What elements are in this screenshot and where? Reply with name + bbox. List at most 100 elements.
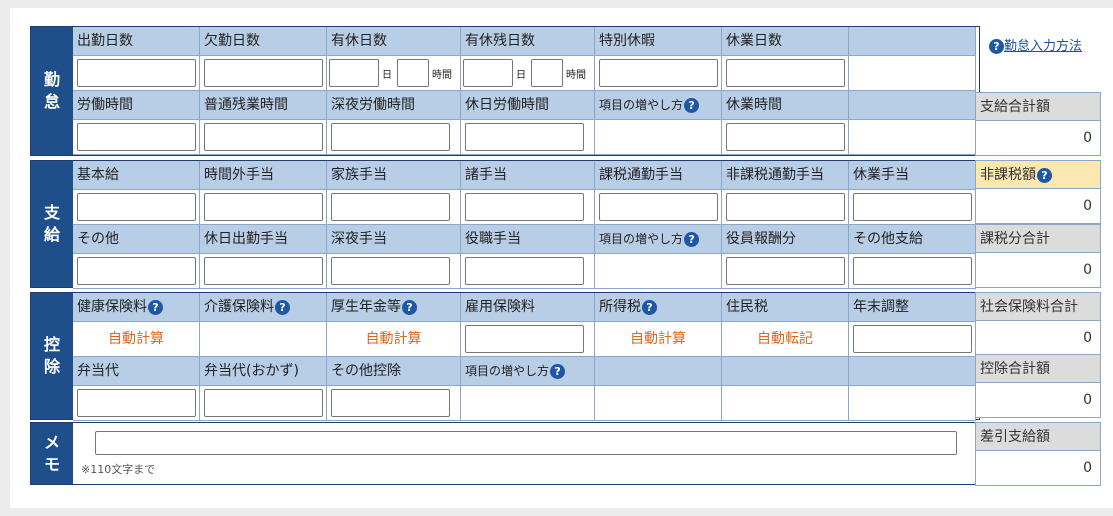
koujo-row2-header-3: 項目の増やし方?	[461, 357, 595, 386]
kintai-row2-label-4: 項目の増やし方	[599, 98, 684, 112]
kintai-day-input-3[interactable]	[463, 59, 513, 87]
kintai-row1-label-4: 特別休暇	[599, 33, 655, 49]
kintai-row1-input-5[interactable]	[726, 59, 845, 87]
unit-hour-label: 時間	[566, 70, 586, 81]
shikyu-row1-input-4[interactable]	[599, 193, 718, 221]
koujo-row2-input-2[interactable]	[331, 389, 450, 417]
kintai-row2-value-cell-4	[595, 120, 722, 155]
koujo-row1-input-6[interactable]	[853, 325, 972, 353]
koujo-row2-header-4	[595, 357, 722, 386]
kintai-row1-value-cell-6	[849, 56, 976, 91]
shikyu-row2-value-cell-4	[595, 254, 722, 289]
shikyu-row2-input-0[interactable]	[77, 257, 196, 285]
help-icon[interactable]: ?	[684, 232, 700, 247]
shikyu-row2-input-6[interactable]	[853, 257, 972, 285]
kintai-row2-value-cell-2	[327, 120, 461, 155]
help-icon[interactable]: ?	[550, 364, 566, 379]
koujo-row2-input-0[interactable]	[77, 389, 196, 417]
kintai-row2-input-0[interactable]	[77, 123, 196, 151]
shikyu-row2-input-5[interactable]	[726, 257, 845, 285]
shikyu-row1-header-6: 休業手当	[849, 161, 976, 190]
kintai-row1-input-0[interactable]	[77, 59, 196, 87]
shikyu-row1-header-2: 家族手当	[327, 161, 461, 190]
payment-total-value: 0	[1083, 130, 1092, 146]
shikyu-row1-label-1: 時間外手当	[204, 167, 274, 183]
kintai-hour-input-2[interactable]	[397, 59, 429, 87]
memo-grid: ※110文字まで	[73, 423, 979, 484]
shikyu-row1-input-1[interactable]	[204, 193, 323, 221]
kintai-hour-input-3[interactable]	[531, 59, 563, 87]
shikyu-row2-value-cell-1	[200, 254, 327, 289]
help-icon[interactable]: ?	[684, 98, 700, 113]
kintai-row2-input-2[interactable]	[331, 123, 450, 151]
shikyu-row1-input-6[interactable]	[853, 193, 972, 221]
attendance-help-link[interactable]: ? 勤怠入力方法	[988, 35, 1082, 54]
shikyu-row2-label-0: その他	[77, 231, 119, 247]
auto-calc-text: 自動計算	[630, 331, 686, 347]
koujo-row2-value-cell-6	[849, 386, 976, 421]
nontaxable-value: 0	[1083, 198, 1092, 214]
koujo-row1-value-cell-2: 自動計算	[327, 322, 461, 357]
koujo-row2-header-0: 弁当代	[73, 357, 200, 386]
koujo-row1-label-0: 健康保険料	[77, 299, 147, 315]
koujo-row1-label-1: 介護保険料	[204, 299, 274, 315]
taxable-total-label: 課税分合計	[976, 225, 1100, 253]
help-icon[interactable]: ?	[275, 299, 290, 315]
kintai-day-input-2[interactable]	[329, 59, 379, 87]
koujo-row2-input-1[interactable]	[204, 389, 323, 417]
shikyu-row1-input-0[interactable]	[77, 193, 196, 221]
kintai-row2-value-cell-6	[849, 120, 976, 155]
koujo-row1-header-1: 介護保険料?	[200, 293, 327, 322]
koujo-row1-input-3[interactable]	[465, 325, 584, 353]
shikyu-row2-label-6: その他支給	[853, 231, 923, 247]
nontaxable-label[interactable]: 非課税額?	[976, 161, 1100, 189]
shikyu-row2-input-2[interactable]	[331, 257, 450, 285]
attendance-section: 勤怠 出勤日数 欠勤日数 有休日数日 時間 有休残日数日 時間 特別休暇 休業日数 労働時間 普通…	[30, 26, 980, 156]
shikyu-row1-value-cell-5	[722, 190, 849, 225]
help-icon[interactable]: ?	[642, 299, 657, 315]
taxable-total-value: 0	[1083, 262, 1092, 278]
shikyu-row2-header-2: 深夜手当	[327, 225, 461, 254]
koujo-row2-header-2: その他控除	[327, 357, 461, 386]
kintai-row1-value-cell-4	[595, 56, 722, 91]
help-icon[interactable]: ?	[148, 299, 163, 315]
shikyu-row2-header-1: 休日出勤手当	[200, 225, 327, 254]
auto-calc-text: 自動計算	[365, 331, 422, 347]
help-icon[interactable]: ?	[1037, 167, 1052, 183]
help-icon[interactable]: ?	[402, 299, 417, 315]
kintai-row1-value-cell-1	[200, 56, 327, 91]
shikyu-row1-input-2[interactable]	[331, 193, 450, 221]
shikyu-row1-input-5[interactable]	[726, 193, 845, 221]
kintai-row2-input-5[interactable]	[726, 123, 845, 151]
shikyu-row1-value-cell-2	[327, 190, 461, 225]
kintai-row1-input-1[interactable]	[204, 59, 323, 87]
koujo-row1-label-2: 厚生年金等	[331, 299, 401, 315]
shikyu-row2-label-3: 役職手当	[465, 231, 521, 247]
kintai-row1-input-4[interactable]	[599, 59, 718, 87]
koujo-row1-value-cell-4: 自動計算	[595, 322, 722, 357]
shikyu-row1-input-3[interactable]	[465, 193, 584, 221]
kintai-row1-label-1: 欠勤日数	[204, 33, 260, 49]
shikyu-row1-label-5: 非課税通勤手当	[726, 167, 824, 183]
shikyu-row2-label-1: 休日出勤手当	[204, 231, 288, 247]
shikyu-row2-input-1[interactable]	[204, 257, 323, 285]
shikyu-row2-label-4: 項目の増やし方	[599, 232, 684, 246]
memo-input[interactable]	[95, 431, 957, 455]
kintai-row2-input-1[interactable]	[204, 123, 323, 151]
shikyu-row1-value-cell-3	[461, 190, 595, 225]
kintai-row1-label-3: 有休残日数	[465, 33, 535, 49]
kintai-row1-label-0: 出勤日数	[77, 33, 133, 49]
shikyu-row1-value-cell-0	[73, 190, 200, 225]
memo-char-limit-note: ※110文字まで	[81, 463, 156, 476]
koujo-row1-label-3: 雇用保険料	[465, 299, 535, 315]
attendance-section-label: 勤怠	[31, 27, 73, 155]
shikyu-row1-label-4: 課税通勤手当	[599, 167, 683, 183]
kintai-row2-input-3[interactable]	[465, 123, 584, 151]
kintai-row1-value-cell-3: 日 時間	[461, 56, 595, 91]
koujo-row1-label-6: 年末調整	[853, 299, 909, 315]
shikyu-row2-value-cell-3	[461, 254, 595, 289]
unit-day-label: 日	[516, 70, 526, 81]
unit-hour-label: 時間	[432, 70, 452, 81]
kintai-row2-value-cell-3	[461, 120, 595, 155]
shikyu-row2-input-3[interactable]	[465, 257, 584, 285]
